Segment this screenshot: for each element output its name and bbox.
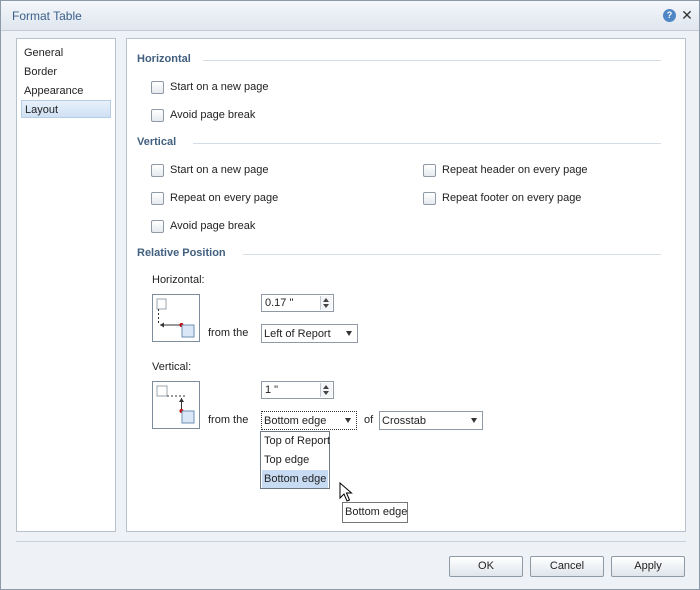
vertical-anchor-dropdown-list: Top of Report Top edge Bottom edge <box>260 431 330 489</box>
h-avoid-page-break-checkbox[interactable]: Avoid page break <box>151 108 311 124</box>
checkbox-box[interactable] <box>151 164 164 177</box>
vertical-from-label: from the <box>208 414 249 426</box>
checkbox-box[interactable] <box>151 220 164 233</box>
section-divider <box>193 143 661 144</box>
cancel-button[interactable]: Cancel <box>530 556 604 577</box>
stepper-buttons[interactable] <box>320 383 332 397</box>
checkbox-label: Avoid page break <box>170 109 256 121</box>
mouse-pointer-icon <box>339 482 353 502</box>
section-divider <box>243 254 661 255</box>
section-divider <box>203 60 661 61</box>
title-bar: Format Table ? ✕ <box>1 1 699 31</box>
checkbox-box[interactable] <box>151 192 164 205</box>
checkbox-label: Repeat header on every page <box>442 164 588 176</box>
repeat-header-checkbox[interactable]: Repeat header on every page <box>423 163 623 179</box>
v-avoid-page-break-checkbox[interactable]: Avoid page break <box>151 219 311 235</box>
nav-item-border[interactable]: Border <box>21 63 111 81</box>
option-top-of-report[interactable]: Top of Report <box>262 432 330 450</box>
h-start-new-page-checkbox[interactable]: Start on a new page <box>151 80 311 96</box>
vertical-position-diagram <box>152 381 200 429</box>
checkbox-label: Repeat footer on every page <box>442 192 582 204</box>
vertical-offset-stepper[interactable]: 1 " <box>261 381 334 399</box>
stepper-up-icon[interactable] <box>323 385 329 389</box>
checkbox-box[interactable] <box>423 164 436 177</box>
stepper-up-icon[interactable] <box>323 298 329 302</box>
chevron-down-icon[interactable] <box>346 331 352 336</box>
layout-panel: Horizontal Start on a new page Avoid pag… <box>126 38 686 532</box>
help-icon[interactable]: ? <box>663 9 676 22</box>
option-bottom-edge[interactable]: Bottom edge <box>262 470 328 488</box>
option-top-edge[interactable]: Top edge <box>262 451 328 469</box>
horizontal-position-label: Horizontal: <box>152 274 205 286</box>
nav-item-appearance[interactable]: Appearance <box>21 82 111 100</box>
relative-target-select[interactable]: Crosstab <box>379 411 483 430</box>
horizontal-position-diagram <box>152 294 200 342</box>
nav-item-layout[interactable]: Layout <box>21 100 111 118</box>
select-value: Bottom edge <box>264 415 327 427</box>
vertical-anchor-select[interactable]: Bottom edge <box>261 411 357 430</box>
vertical-offset-icon <box>156 385 195 424</box>
v-start-new-page-checkbox[interactable]: Start on a new page <box>151 163 311 179</box>
vertical-offset-value[interactable]: 1 " <box>265 384 278 396</box>
tooltip: Bottom edge <box>342 502 408 523</box>
horizontal-anchor-select[interactable]: Left of Report <box>261 324 358 343</box>
select-value: Left of Report <box>264 328 331 340</box>
repeat-footer-checkbox[interactable]: Repeat footer on every page <box>423 191 623 207</box>
checkbox-box[interactable] <box>151 109 164 122</box>
horizontal-offset-stepper[interactable]: 0.17 " <box>261 294 334 312</box>
footer-divider <box>16 541 686 542</box>
select-value: Crosstab <box>382 415 427 427</box>
checkbox-label: Avoid page break <box>170 220 256 232</box>
category-list: General Border Appearance Layout <box>16 38 116 532</box>
chevron-down-icon[interactable] <box>345 418 351 423</box>
stepper-down-icon[interactable] <box>323 391 329 395</box>
apply-button[interactable]: Apply <box>611 556 685 577</box>
dialog-title: Format Table <box>12 9 82 23</box>
v-repeat-every-page-checkbox[interactable]: Repeat on every page <box>151 191 311 207</box>
section-title-vertical: Vertical <box>137 136 177 148</box>
chevron-down-icon[interactable] <box>471 418 477 423</box>
checkbox-label: Start on a new page <box>170 164 269 176</box>
ok-button[interactable]: OK <box>449 556 523 577</box>
horizontal-from-label: from the <box>208 327 249 339</box>
section-title-horizontal: Horizontal <box>137 53 191 65</box>
checkbox-label: Start on a new page <box>170 81 269 93</box>
stepper-down-icon[interactable] <box>323 304 329 308</box>
horizontal-offset-value[interactable]: 0.17 " <box>265 297 293 309</box>
vertical-position-label: Vertical: <box>152 361 192 373</box>
close-icon[interactable]: ✕ <box>680 7 694 23</box>
horizontal-offset-icon <box>156 298 195 338</box>
of-label: of <box>364 414 374 426</box>
checkbox-label: Repeat on every page <box>170 192 279 204</box>
checkbox-box[interactable] <box>151 81 164 94</box>
stepper-buttons[interactable] <box>320 296 332 310</box>
nav-item-general[interactable]: General <box>21 44 111 62</box>
format-table-dialog: Format Table ? ✕ General Border Appearan… <box>0 0 700 590</box>
section-title-relative-position: Relative Position <box>137 247 226 259</box>
checkbox-box[interactable] <box>423 192 436 205</box>
